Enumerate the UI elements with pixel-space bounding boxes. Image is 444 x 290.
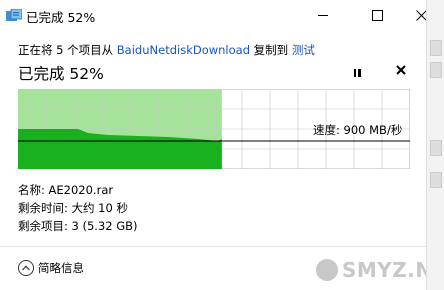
cancel-icon — [396, 65, 406, 75]
maximize-button[interactable] — [354, 0, 400, 30]
less-details-label: 简略信息 — [38, 261, 84, 275]
less-details-toggle[interactable]: 简略信息 — [18, 260, 84, 276]
transfer-prefix: 正在将 5 个项目从 — [18, 43, 114, 57]
watermark-logo-icon — [316, 259, 338, 281]
items-remaining-detail: 剩余项目: 3 (5.32 GB) — [18, 219, 138, 233]
watermark: SMYZ.NET — [316, 258, 444, 282]
background-tab — [430, 62, 442, 78]
copy-app-icon — [6, 8, 23, 22]
file-name-detail: 名称: AE2020.rar — [18, 183, 114, 197]
chevron-up-icon — [18, 260, 34, 276]
pause-button[interactable] — [350, 66, 364, 80]
transfer-description: 正在将 5 个项目从 BaiduNetdiskDownload 复制到 测试 — [18, 42, 315, 58]
minimize-button[interactable] — [300, 0, 346, 30]
pause-icon-bar-left — [353, 69, 356, 77]
time-remaining-detail: 剩余时间: 大约 10 秒 — [18, 201, 128, 215]
pause-icon-bar-right — [358, 69, 361, 77]
progress-heading: 已完成 52% — [18, 65, 104, 83]
background-tab — [430, 140, 442, 156]
destination-folder-link[interactable]: 测试 — [292, 43, 315, 57]
source-folder-link[interactable]: BaiduNetdiskDownload — [117, 43, 250, 57]
minimize-icon — [318, 14, 328, 16]
close-icon — [415, 9, 427, 21]
cancel-button[interactable] — [396, 63, 406, 79]
footer-divider — [0, 246, 444, 247]
background-tab — [430, 172, 442, 188]
transfer-middle: 复制到 — [253, 43, 289, 57]
background-tab — [430, 40, 442, 56]
maximize-icon — [371, 9, 383, 21]
window-title: 已完成 52% — [26, 10, 96, 25]
title-bar: 已完成 52% — [0, 0, 444, 30]
speed-label: 速度: 900 MB/秒 — [313, 123, 403, 137]
